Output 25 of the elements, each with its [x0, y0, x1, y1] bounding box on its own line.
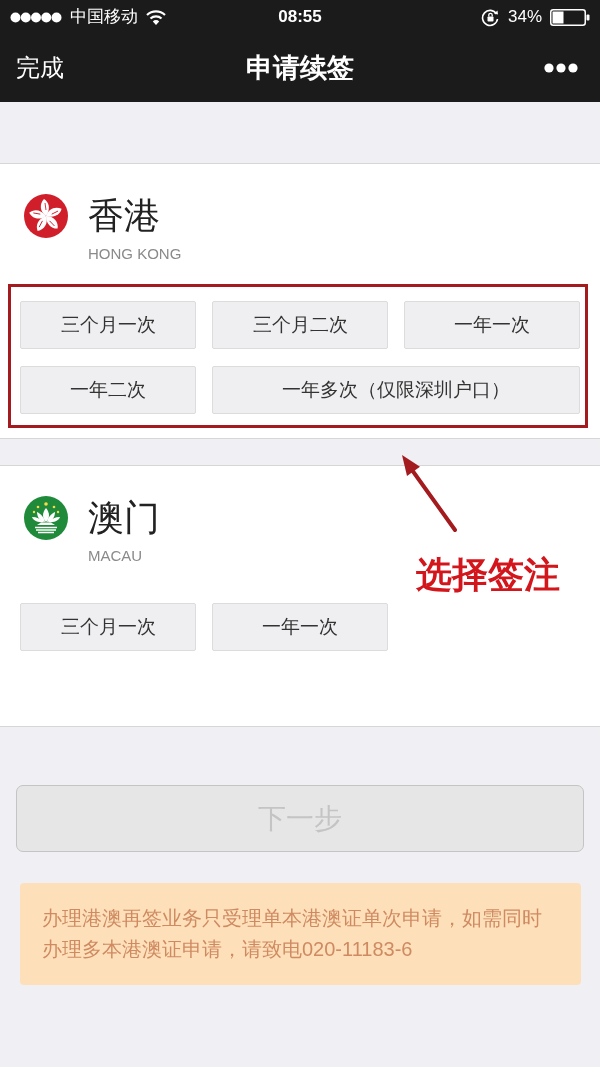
- lotus-emblem-icon: [24, 496, 68, 540]
- visa-option-button[interactable]: 三个月二次: [212, 301, 388, 349]
- notice-message: 办理港澳再签业务只受理单本港澳证单次申请，如需同时办理多本港澳证申请，请致电020-11183-6: [20, 883, 581, 985]
- battery-icon: [550, 8, 590, 26]
- wifi-icon: [146, 9, 166, 25]
- flower-emblem-icon: [24, 194, 68, 238]
- region-subtitle: HONG KONG: [88, 244, 182, 264]
- battery-percent: 34%: [507, 6, 542, 29]
- clock-time: 08:55: [278, 7, 322, 27]
- visa-option-button[interactable]: 一年多次（仅限深圳户口）: [212, 366, 580, 414]
- region-name: 澳门: [88, 496, 160, 540]
- more-icon[interactable]: [544, 63, 578, 73]
- visa-option-button[interactable]: 三个月一次: [20, 603, 196, 651]
- visa-option-button[interactable]: 一年二次: [20, 366, 196, 414]
- region-subtitle: MACAU: [88, 546, 144, 566]
- annotation-label: 选择签注: [416, 555, 560, 595]
- visa-option-button[interactable]: 一年一次: [404, 301, 580, 349]
- carrier-name: 中国移动: [70, 6, 138, 29]
- visa-option-button[interactable]: 三个月一次: [20, 301, 196, 349]
- rotation-lock-icon: [480, 7, 500, 27]
- signal-icon: [10, 11, 62, 23]
- page-title: 申请续签: [246, 51, 354, 85]
- visa-option-button[interactable]: 一年一次: [212, 603, 388, 651]
- done-button[interactable]: 完成: [16, 53, 64, 83]
- region-name: 香港: [88, 194, 161, 238]
